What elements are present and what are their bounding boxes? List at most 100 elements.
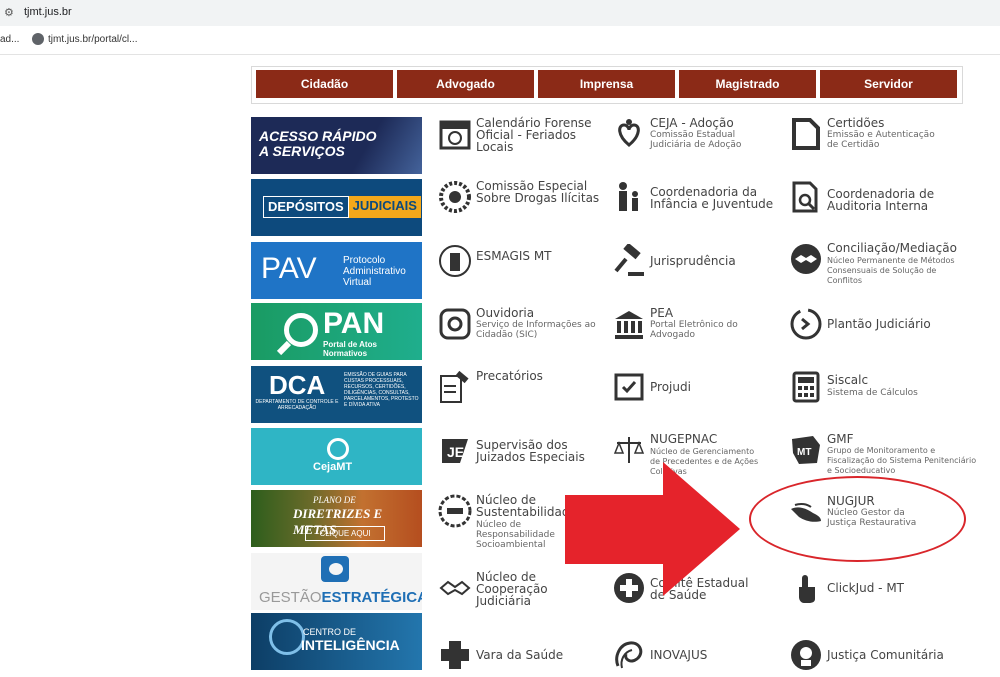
inovajus-logo-icon: [615, 641, 643, 669]
projudi-icon: [614, 373, 644, 401]
url-text[interactable]: tjmt.jus.br: [24, 6, 72, 18]
service-auditoria-title: Coordenadoria de Auditoria Interna: [827, 187, 935, 213]
bookmarks-bar: ad... tjmt.jus.br/portal/cl...: [0, 26, 1000, 55]
service-justica-comunitaria-title: Justiça Comunitária: [827, 648, 944, 662]
clock-24h-icon: [790, 308, 822, 340]
service-siscalc-sub: Sistema de Cálculos: [827, 388, 918, 398]
service-jurisprudencia-title: Jurisprudência: [650, 254, 736, 268]
document-icon: [792, 118, 820, 150]
browser-address-bar[interactable]: ⚙ tjmt.jus.br: [0, 0, 1000, 26]
calendar-icon: [439, 120, 471, 150]
banner-centro-inteligencia[interactable]: CENTRO DE INTELIGÊNCIA: [251, 613, 422, 670]
highlight-ellipse: [749, 476, 966, 562]
red-arrow-annotation: [565, 462, 740, 596]
banner-gestao-word1: GESTÃO: [259, 589, 322, 606]
globe-icon: [32, 33, 44, 45]
service-gmf-title: GMF: [827, 432, 854, 446]
banner-plano-line1: PLANO DE: [313, 495, 356, 505]
gavel-document-icon: [440, 370, 469, 403]
banner-pan-sub: Portal de Atos Normativos: [323, 340, 377, 358]
service-certidoes-title: Certidões: [827, 116, 885, 130]
service-clickjud-title: ClickJud - MT: [827, 581, 904, 595]
service-vara-saude-title: Vara da Saúde: [476, 648, 564, 662]
service-supervisao-title: Supervisão dos Juizados Especiais: [476, 438, 585, 464]
pointer-hand-icon: [799, 575, 815, 603]
banner-acesso-text: ACESSO RÁPIDO A SERVIÇOS: [259, 128, 377, 159]
service-nugepnac-title: NUGEPNAC: [650, 432, 718, 446]
health-cross-icon: [441, 641, 469, 669]
gestao-logo-inner: [329, 563, 343, 575]
nav-imprensa[interactable]: Imprensa: [538, 70, 675, 98]
service-infancia-title: Coordenadoria da Infância e Juventude: [650, 185, 774, 211]
banner-gestao-estrategica[interactable]: GESTÃOESTRATÉGICA: [251, 553, 422, 610]
banner-ceja[interactable]: CejaMT: [251, 428, 422, 485]
nav-magistrado[interactable]: Magistrado: [679, 70, 816, 98]
bookmark-tjmt[interactable]: tjmt.jus.br/portal/cl...: [48, 34, 137, 45]
heart-hands-icon: [618, 119, 640, 147]
banner-pav-sub: Protocolo Administrativo Virtual: [343, 255, 406, 288]
bookmark-left[interactable]: ad...: [0, 34, 19, 45]
service-drogas-title: Comissão Especial Sobre Drogas Ilícitas: [476, 179, 600, 205]
service-ouvidoria-sub: Serviço de Informações ao Cidadão (SIC): [476, 320, 596, 340]
nav-servidor[interactable]: Servidor: [820, 70, 957, 98]
mato-grosso-map-icon: MT: [792, 436, 820, 464]
service-ceja-title: CEJA - Adoção: [650, 116, 734, 130]
service-ceja-sub: Comissão Estadual Judiciária de Adoção: [650, 130, 742, 150]
calculator-icon: [792, 371, 820, 403]
service-esmagis-title: ESMAGIS MT: [476, 249, 552, 263]
brain-icon: [269, 619, 305, 655]
banner-pan-title: PAN: [323, 307, 385, 340]
banner-pav-title: PAV: [261, 252, 317, 285]
svg-text:MT: MT: [797, 447, 811, 458]
magnifier-icon: [284, 313, 318, 347]
service-conciliacao-sub: Núcleo Permanente de Métodos Consensuais…: [827, 256, 955, 285]
gavel-icon: [614, 244, 644, 276]
service-pea-title: PEA: [650, 306, 674, 320]
service-pea-sub: Portal Eletrônico do Advogado: [650, 320, 738, 340]
nav-advogado[interactable]: Advogado: [397, 70, 534, 98]
banner-dca-sub: DEPARTAMENTO DE CONTROLE E ARRECADAÇÃO: [255, 399, 339, 411]
service-projudi-title: Projudi: [650, 380, 691, 394]
site-settings-icon[interactable]: ⚙: [4, 6, 18, 20]
courthouse-icon: [615, 311, 643, 339]
banner-centro-line1: CENTRO DE: [303, 627, 357, 637]
banner-ceja-text: CejaMT: [313, 461, 353, 473]
banner-plano-button[interactable]: CLIQUE AQUI: [305, 526, 385, 541]
banner-dca-title: DCA: [269, 370, 326, 400]
banner-depositos-word1: DEPÓSITOS: [263, 196, 349, 218]
banner-depositos-judiciais[interactable]: DEPÓSITOS JUDICIAIS: [251, 179, 422, 236]
nav-cidadao[interactable]: Cidadão: [256, 70, 393, 98]
banner-dca[interactable]: DCA DEPARTAMENTO DE CONTROLE E ARRECADAÇ…: [251, 366, 422, 423]
banner-plano-diretrizes[interactable]: PLANO DE DIRETRIZES E METAS CLIQUE AQUI: [251, 490, 422, 547]
je-logo-icon: JE: [442, 439, 468, 463]
service-calendario-title: Calendário Forense Oficial - Feriados Lo…: [476, 116, 592, 154]
banner-depositos-word2: JUDICIAIS: [348, 196, 421, 218]
service-gmf-sub: Grupo de Monitoramento e Fiscalização do…: [827, 446, 977, 475]
banner-pav[interactable]: PAV Protocolo Administrativo Virtual: [251, 242, 422, 299]
banner-pan[interactable]: PAN Portal de Atos Normativos: [251, 303, 422, 360]
justica-comunitaria-logo-icon: [791, 640, 821, 670]
nucleo-sustentabilidade-icon: [438, 494, 472, 528]
service-conciliacao-title: Conciliação/Mediação: [827, 241, 957, 255]
banner-dca-text: EMISSÃO DE GUIAS PARA CUSTAS PROCESSUAIS…: [344, 372, 419, 408]
audit-search-icon: [792, 181, 818, 213]
ouvidoria-icon: [439, 308, 471, 340]
family-icon: [619, 182, 638, 211]
esmagis-logo-icon: [439, 245, 471, 277]
service-ouvidoria-title: Ouvidoria: [476, 306, 535, 320]
service-certidoes-sub: Emissão e Autenticação de Certidão: [827, 130, 935, 150]
service-inovajus-title: INOVAJUS: [650, 648, 708, 662]
service-siscalc-title: Siscalc: [827, 373, 869, 387]
profile-nav: Cidadão Advogado Imprensa Magistrado Ser…: [251, 66, 963, 104]
svg-text:JE: JE: [447, 444, 464, 460]
service-cooperacao-title: Núcleo de Cooperação Judiciária: [476, 570, 548, 608]
service-plantao-title: Plantão Judiciário: [827, 317, 931, 331]
magnifier-handle: [276, 340, 292, 356]
banner-acesso-rapido[interactable]: ACESSO RÁPIDO A SERVIÇOS: [251, 117, 422, 174]
handshake-circle-icon: [791, 244, 821, 274]
handshake-icon: [439, 580, 471, 596]
banner-gestao-word2: ESTRATÉGICA: [321, 589, 422, 606]
banner-centro-line2: INTELIGÊNCIA: [301, 637, 400, 653]
service-precatorios-title: Precatórios: [476, 369, 543, 383]
seal-icon: [439, 181, 471, 213]
